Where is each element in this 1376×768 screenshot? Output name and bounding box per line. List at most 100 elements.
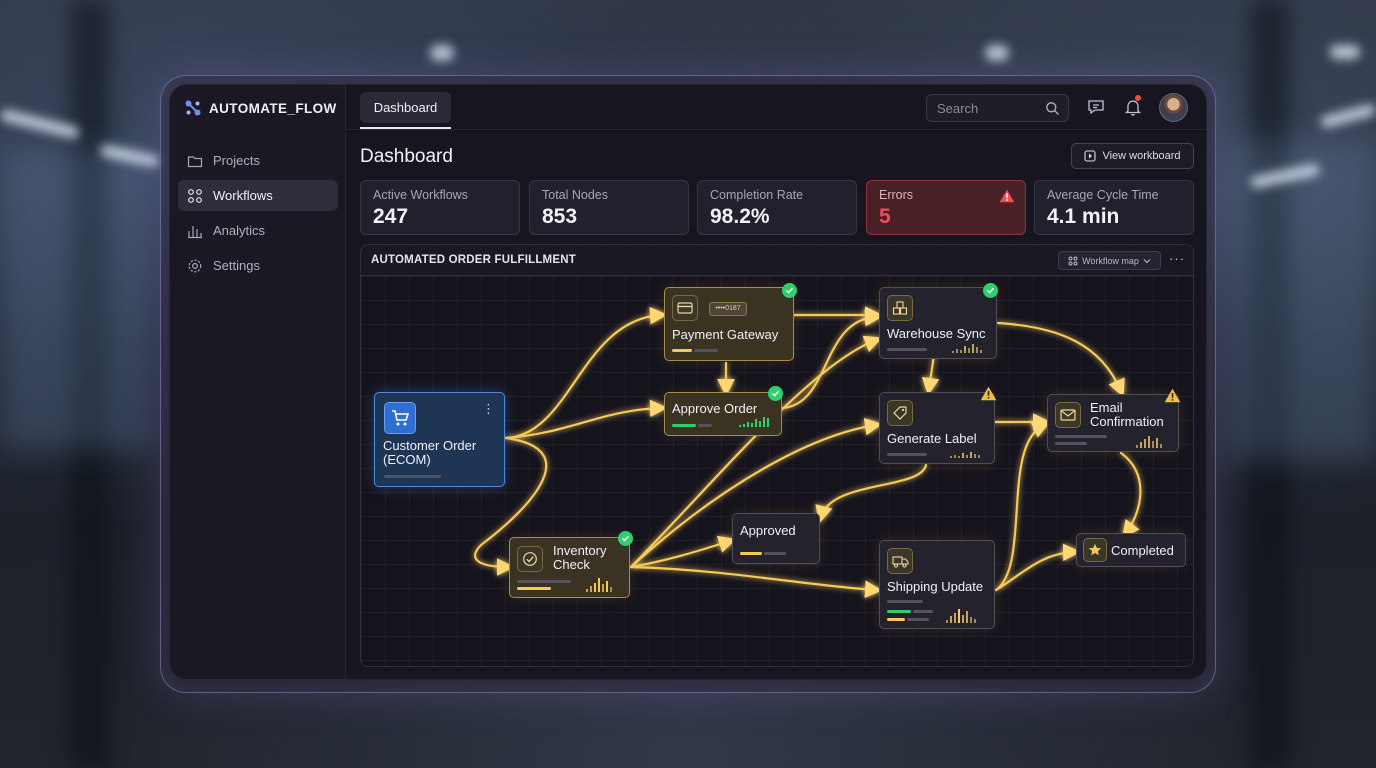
brand: AUTOMATE_FLOW (184, 99, 337, 117)
tag-icon (887, 400, 913, 426)
brand-name: AUTOMATE_FLOW (209, 100, 337, 116)
view-workboard-button[interactable]: View workboard (1071, 143, 1194, 169)
link-inventory-to-shipping (629, 565, 883, 599)
workflow-node-email-confirmation[interactable]: Email Confirmation (1047, 394, 1179, 452)
warning-icon (1164, 388, 1181, 403)
search-placeholder: Search (937, 100, 979, 116)
workflow-map-panel: AUTOMATED ORDER FULFILLMENT Workflow map… (360, 244, 1194, 667)
topbar: Dashboard Search (346, 85, 1206, 130)
workflow-node-customer-order[interactable]: ⋮ Customer Order (ECOM) (374, 392, 505, 487)
sidebar-item-workflows[interactable]: Workflows (178, 180, 338, 211)
stat-card-average-cycle-time[interactable]: Average Cycle Time 4.1 min (1034, 180, 1194, 235)
workflow-node-generate-label[interactable]: Generate Label (879, 392, 995, 464)
workflow-node-approved[interactable]: Approved (732, 513, 820, 564)
link-order-to-approve (504, 399, 668, 440)
sidebar-item-projects[interactable]: Projects (178, 145, 338, 176)
search-input[interactable]: Search (926, 94, 1069, 122)
stat-label: Average Cycle Time (1047, 188, 1159, 202)
folder-icon (187, 155, 203, 167)
link-shipping-to-email (994, 421, 1050, 592)
chat-icon[interactable] (1086, 97, 1106, 117)
star-icon (1083, 538, 1107, 562)
workflow-node-shipping-update[interactable]: Shipping Update (879, 540, 995, 629)
tab-dashboard[interactable]: Dashboard (360, 92, 451, 123)
node-progress-secondary (1055, 442, 1087, 445)
node-progress-track (913, 610, 933, 613)
node-progress-track (694, 349, 718, 352)
sidebar-item-label: Workflows (213, 188, 273, 203)
tab-active-indicator (360, 127, 451, 129)
workflow-node-inventory-check[interactable]: Inventory Check (509, 537, 630, 598)
check-circle-icon (517, 546, 543, 572)
avatar[interactable] (1159, 93, 1188, 122)
node-title: Approve Order (672, 401, 758, 416)
stat-value: 247 (373, 205, 409, 228)
warning-icon (980, 386, 997, 401)
search-icon (1046, 102, 1059, 115)
envelope-icon (1055, 402, 1081, 428)
link-approve-to-warehouse (780, 308, 883, 410)
link-warehouse-to-label (921, 353, 940, 396)
link-label-to-approved (815, 463, 928, 524)
node-progress (1055, 435, 1107, 438)
stat-card-active-workflows[interactable]: Active Workflows 247 (360, 180, 520, 235)
success-check-icon (618, 531, 633, 546)
node-progress-track (907, 618, 929, 621)
stat-label: Active Workflows (373, 188, 468, 202)
stat-label: Completion Rate (710, 188, 804, 202)
node-title: Email Confirmation (1090, 400, 1164, 429)
node-progress (887, 348, 927, 351)
node-sparkline (1136, 435, 1162, 448)
workflow-node-payment-gateway[interactable]: ••••0187 Payment Gateway (664, 287, 794, 361)
card-chip: ••••0187 (709, 302, 747, 316)
node-title: Completed (1111, 543, 1174, 558)
node-sparkline (586, 577, 612, 592)
link-warehouse-to-email (996, 321, 1125, 398)
stat-card-total-nodes[interactable]: Total Nodes 853 (529, 180, 689, 235)
sidebar-item-label: Settings (213, 258, 260, 273)
truck-icon (887, 548, 913, 574)
stat-card-completion-rate[interactable]: Completion Rate 98.2% (697, 180, 857, 235)
node-sparkline (946, 608, 976, 623)
stat-card-errors[interactable]: Errors 5 (866, 180, 1026, 235)
sidebar-item-analytics[interactable]: Analytics (178, 215, 338, 246)
node-progress (672, 349, 692, 352)
node-progress-track (698, 424, 712, 427)
node-sparkline (950, 448, 980, 458)
node-menu-icon[interactable]: ⋮ (482, 401, 495, 417)
sidebar-nav: Projects Workflows Analytics Settings (178, 145, 338, 285)
node-title: Inventory Check (553, 543, 607, 572)
workflow-node-completed[interactable]: Completed (1076, 533, 1186, 567)
node-title: Payment Gateway (672, 327, 779, 342)
bar-chart-icon (188, 225, 202, 238)
node-progress-secondary (887, 618, 905, 621)
node-progress-success (887, 610, 911, 613)
node-progress (740, 552, 762, 555)
stat-label: Total Nodes (542, 188, 609, 202)
node-progress (887, 600, 923, 603)
node-sparkline (739, 415, 769, 427)
boxes-icon (887, 295, 913, 321)
workflows-icon (188, 188, 202, 203)
node-title: Approved (740, 523, 796, 538)
node-title: Shipping Update (887, 579, 984, 594)
success-check-icon (768, 386, 783, 401)
node-progress (517, 580, 571, 583)
success-check-icon (782, 283, 797, 298)
credit-card-icon (672, 295, 698, 321)
stat-label: Errors (879, 188, 914, 202)
app-window: AUTOMATE_FLOW Projects Workflows Analyti… (169, 84, 1207, 680)
node-sparkline (952, 342, 982, 353)
gear-icon (188, 259, 202, 272)
sidebar-item-settings[interactable]: Settings (178, 250, 338, 281)
node-progress-track (764, 552, 786, 555)
workflow-node-approve-order[interactable]: Approve Order (664, 392, 782, 436)
page-title: Dashboard (360, 146, 453, 167)
error-warning-icon (999, 189, 1015, 203)
success-check-icon (983, 283, 998, 298)
node-title: Generate Label (887, 431, 977, 446)
workflow-node-warehouse-sync[interactable]: Warehouse Sync (879, 287, 997, 359)
sidebar-item-label: Analytics (213, 223, 266, 238)
link-order-to-payment (504, 306, 668, 440)
cart-icon (384, 402, 416, 434)
